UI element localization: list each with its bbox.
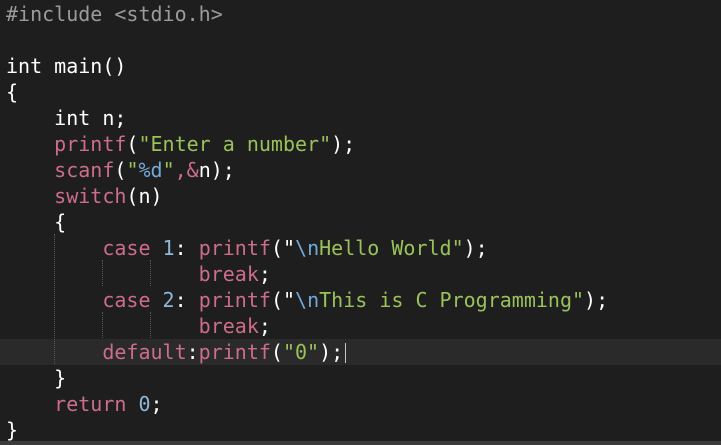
code-line-15: } [6, 365, 66, 391]
string-literal: This is C Programming" [319, 288, 585, 312]
paren-semicolon: ); [210, 158, 235, 182]
switch-argument: (n) [126, 184, 163, 208]
quote: " [126, 158, 139, 182]
return-value: 0 [138, 392, 151, 416]
code-line-3: int main() [6, 53, 126, 79]
code-line-10: case 1: printf("\nHello World"); [6, 235, 488, 261]
printf-function: printf [198, 340, 271, 364]
printf-function: printf [198, 288, 271, 312]
semicolon: ; [150, 392, 163, 416]
string-literal: "0" [282, 340, 320, 364]
colon: : [174, 236, 187, 260]
default-keyword: default [102, 340, 187, 364]
code-editor[interactable]: #include <stdio.h> int main() { int n; p… [0, 0, 721, 445]
paren-semicolon: ); [463, 236, 488, 260]
semicolon: ; [258, 314, 271, 338]
code-line-6: printf("Enter a number"); [6, 131, 355, 157]
printf-function: printf [198, 236, 271, 260]
string-literal: "Enter a number" [138, 132, 332, 156]
colon: : [174, 288, 187, 312]
brace-close-main: } [6, 418, 19, 442]
brace-open-main: { [6, 80, 19, 104]
paren: ( [270, 340, 283, 364]
code-line-4: { [6, 79, 18, 105]
paren-quote: (" [270, 288, 296, 312]
paren: ( [126, 132, 139, 156]
escape-sequence: \n [295, 236, 320, 260]
code-line-12: case 2: printf("\nThis is C Programming"… [6, 287, 608, 313]
return-keyword: return [54, 392, 127, 416]
code-line-13: break; [6, 313, 271, 339]
include-header: <stdio.h> [114, 2, 223, 26]
main-signature: int main() [6, 54, 127, 78]
include-directive: #include [6, 2, 103, 26]
address-operator: ,& [174, 158, 199, 182]
code-line-5: int n; [6, 105, 126, 131]
declaration: int n; [54, 106, 127, 130]
horizontal-scrollbar[interactable] [0, 441, 721, 445]
code-line-11: break; [6, 261, 271, 287]
code-line-9: { [6, 209, 66, 235]
switch-keyword: switch [54, 184, 127, 208]
brace-open-switch: { [54, 210, 67, 234]
code-line-16: return 0; [6, 391, 163, 417]
break-keyword: break [198, 314, 259, 338]
format-specifier: %d [138, 158, 163, 182]
case-value: 2 [162, 288, 175, 312]
paren-semicolon: ); [319, 340, 344, 364]
colon: : [186, 340, 199, 364]
escape-sequence: \n [295, 288, 320, 312]
code-line-1: #include <stdio.h> [6, 1, 223, 27]
paren: ( [114, 158, 127, 182]
variable: n [198, 158, 211, 182]
code-line-8: switch(n) [6, 183, 163, 209]
semicolon: ; [258, 262, 271, 286]
paren-quote: (" [270, 236, 296, 260]
case-keyword: case [102, 288, 151, 312]
scanf-function: scanf [54, 158, 115, 182]
break-keyword: break [198, 262, 259, 286]
text-cursor [345, 343, 346, 363]
string-literal: Hello World" [319, 236, 464, 260]
paren-semicolon: ); [584, 288, 609, 312]
code-line-7: scanf("%d",&n); [6, 157, 235, 183]
case-value: 1 [162, 236, 175, 260]
code-line-14: default:printf("0"); [6, 339, 343, 365]
case-keyword: case [102, 236, 151, 260]
printf-function: printf [54, 132, 127, 156]
quote: " [162, 158, 175, 182]
brace-close-switch: } [54, 366, 67, 390]
paren-semicolon: ); [331, 132, 356, 156]
code-line-17: } [6, 417, 18, 443]
